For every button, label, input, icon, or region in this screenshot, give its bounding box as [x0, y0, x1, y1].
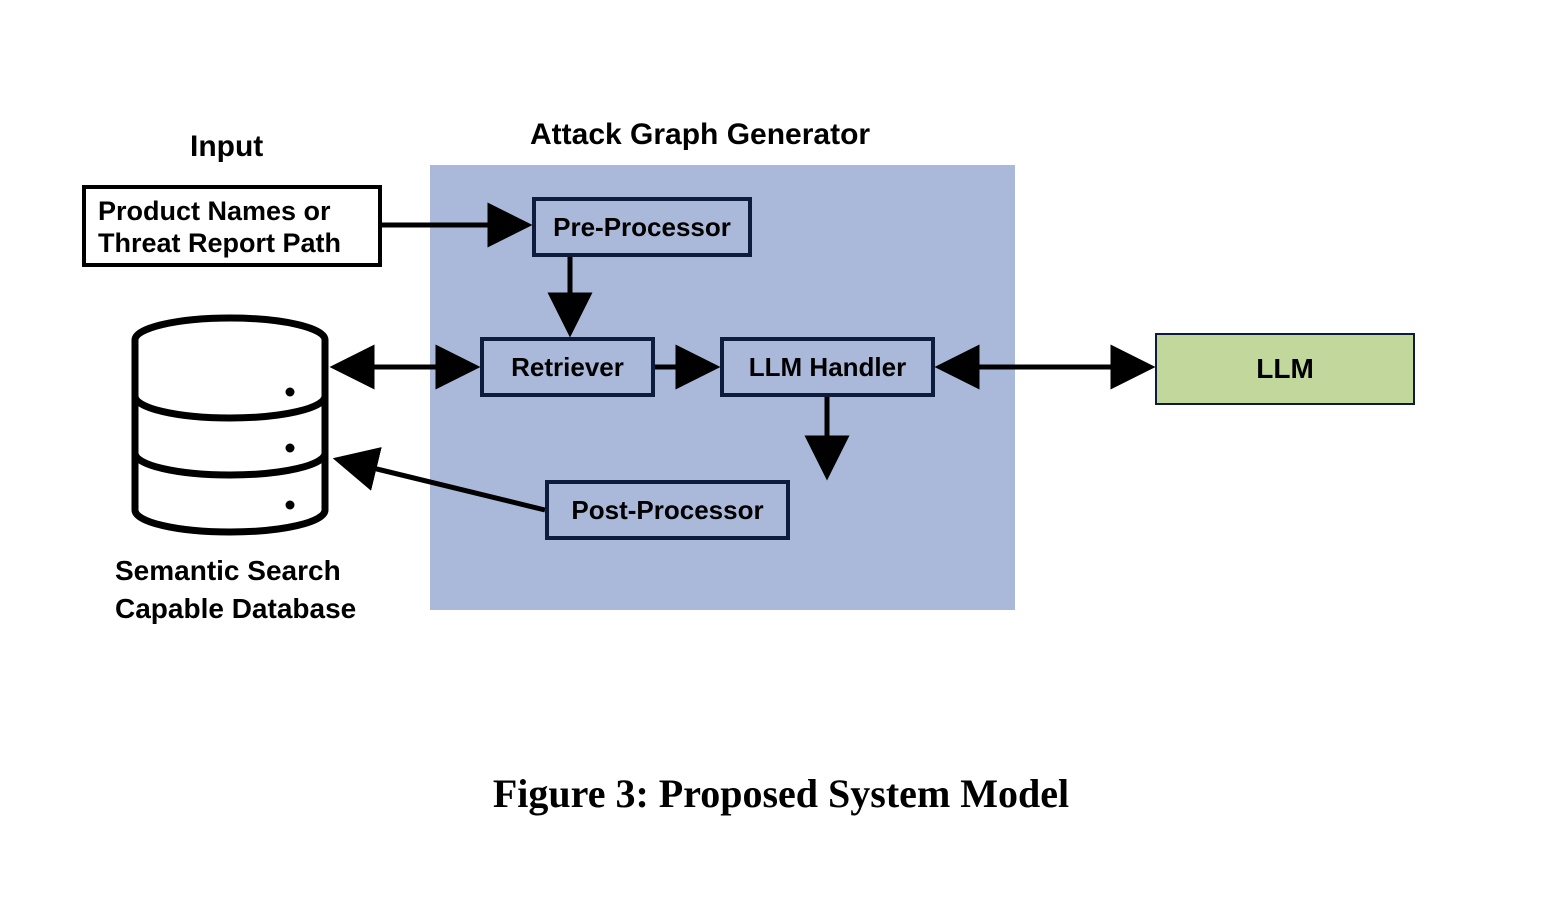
diagram-canvas: Input Attack Graph Generator Product Nam… [0, 0, 1562, 912]
figure-caption: Figure 3: Proposed System Model [0, 770, 1562, 817]
